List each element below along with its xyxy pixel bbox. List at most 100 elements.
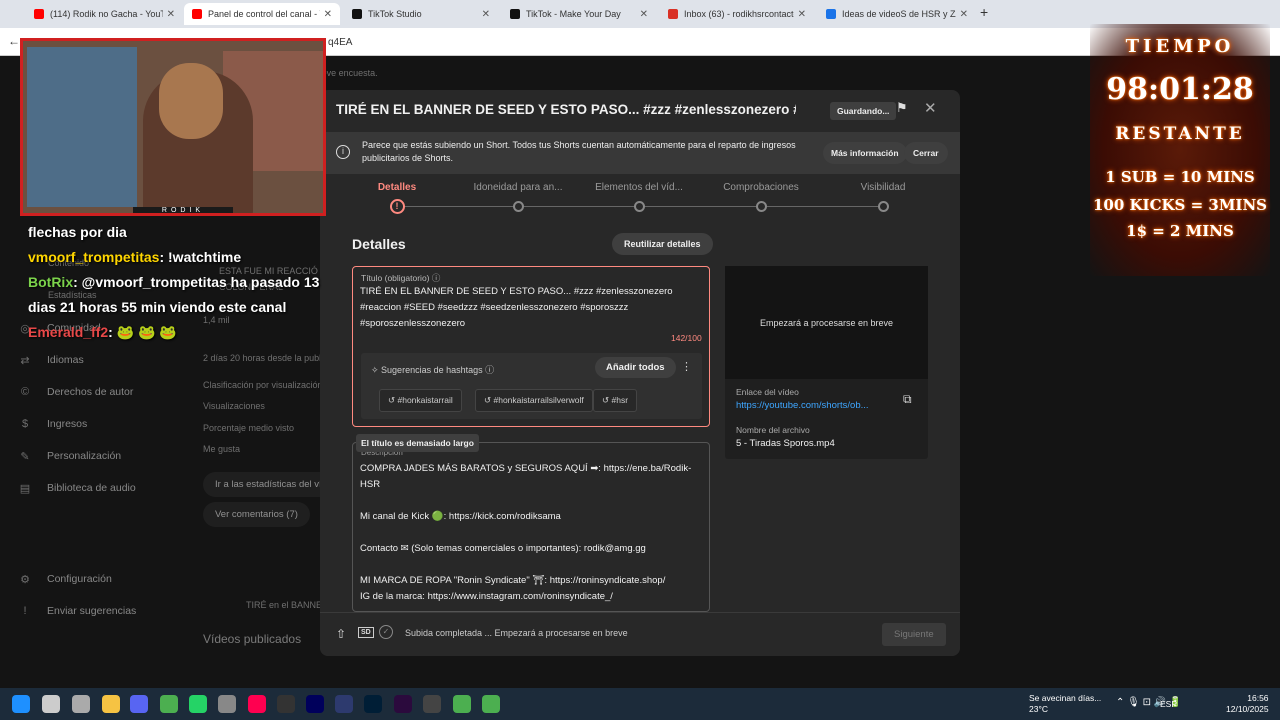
tab-close-icon[interactable]: ✕ bbox=[798, 9, 806, 20]
taskbar-app-icon[interactable] bbox=[482, 695, 500, 713]
dialog-footer: ⇧ SD ✓ Subida completada ... Empezará a … bbox=[320, 612, 960, 656]
taskbar-app-icon[interactable] bbox=[130, 695, 148, 713]
step-error-icon[interactable]: ! bbox=[389, 199, 405, 214]
chat-line: Emerald_ff2: 🐸 🐸 🐸 bbox=[28, 320, 328, 345]
step-label[interactable]: Comprobaciones bbox=[706, 182, 816, 193]
step-dot[interactable] bbox=[877, 201, 889, 212]
timer-rule: 1 SUB = 10 MINS bbox=[1105, 168, 1255, 186]
tab-favicon-icon bbox=[192, 9, 202, 19]
stream-chat-overlay: flechas por dia vmoorf_trompetitas: !wat… bbox=[28, 220, 328, 345]
tab-label: TikTok - Make Your Day bbox=[526, 9, 621, 19]
upload-details-dialog: TIRÉ EN EL BANNER DE SEED Y ESTO PASO...… bbox=[320, 90, 960, 656]
back-arrow-icon[interactable]: ← bbox=[8, 34, 20, 48]
hashtag-chip-label: #hsr bbox=[611, 395, 629, 405]
taskbar-app-icon[interactable] bbox=[12, 695, 30, 713]
description-input[interactable]: COMPRA JADES MÁS BARATOS y SEGUROS AQUÍ … bbox=[360, 461, 705, 605]
weather-temp: 23°C bbox=[1029, 704, 1048, 714]
browser-tab[interactable]: Ideas de videoS de HSR y ZZZ - ✕ bbox=[818, 3, 976, 25]
timer-remaining-label: RESTANTE bbox=[1115, 124, 1245, 144]
step-label[interactable]: Detalles bbox=[342, 182, 452, 193]
title-error-tooltip: El título es demasiado largo bbox=[356, 434, 479, 452]
notice-text: Parece que estás subiendo un Short. Todo… bbox=[362, 140, 796, 163]
add-all-hashtags-button[interactable]: Añadir todos bbox=[595, 357, 676, 378]
taskbar-app-icon[interactable] bbox=[72, 695, 90, 713]
taskbar-app-icon[interactable] bbox=[453, 695, 471, 713]
info-icon: i bbox=[336, 145, 350, 159]
reuse-details-button[interactable]: Reutilizar detalles bbox=[612, 233, 713, 255]
chat-line: vmoorf_trompetitas: !watchtime bbox=[28, 245, 328, 270]
taskbar-app-icon[interactable] bbox=[189, 695, 207, 713]
video-link[interactable]: https://youtube.com/shorts/ob... bbox=[736, 400, 869, 411]
browser-tab[interactable]: Inbox (63) - rodikhsrcontacto@ ✕ bbox=[660, 3, 814, 25]
tab-close-icon[interactable]: ✕ bbox=[324, 9, 332, 20]
file-name-label: Nombre del archivo bbox=[736, 425, 810, 435]
more-options-icon[interactable]: ⋮ bbox=[681, 360, 692, 373]
taskbar-app-icon[interactable] bbox=[160, 695, 178, 713]
shorts-notice-banner: i Parece que estás subiendo un Short. To… bbox=[320, 132, 960, 174]
tab-favicon-icon bbox=[826, 9, 836, 19]
title-input[interactable]: TIRÉ EN EL BANNER DE SEED Y ESTO PASO...… bbox=[360, 284, 700, 332]
step-dot[interactable] bbox=[633, 201, 645, 212]
tab-favicon-icon bbox=[668, 9, 678, 19]
dismiss-notice-button[interactable]: Cerrar bbox=[904, 142, 948, 164]
hashtag-suggestions-panel: ✧ Sugerencias de hashtags ⓘ Añadir todos… bbox=[361, 353, 702, 419]
url-field[interactable]: q4EA bbox=[328, 37, 352, 48]
taskbar-app-icon[interactable] bbox=[277, 695, 295, 713]
new-tab-button[interactable]: + bbox=[980, 4, 988, 20]
taskbar-app-icon[interactable] bbox=[42, 695, 60, 713]
more-info-button[interactable]: Más información bbox=[823, 142, 907, 164]
taskbar-clock[interactable]: 16:56 12/10/2025 bbox=[1226, 693, 1269, 715]
title-field-label: Título (obligatorio) ⓘ bbox=[361, 273, 441, 283]
help-icon[interactable]: ⓘ bbox=[432, 273, 441, 283]
step-dot[interactable] bbox=[755, 201, 767, 212]
help-icon[interactable]: ⓘ bbox=[485, 365, 494, 375]
tab-label: (114) Rodik no Gacha - YouTube bbox=[50, 9, 163, 19]
tab-favicon-icon bbox=[34, 9, 44, 19]
timer-rule: 1$ = 2 MINS bbox=[1126, 222, 1234, 240]
taskbar-app-icon[interactable] bbox=[102, 695, 120, 713]
chat-line: flechas por dia bbox=[28, 224, 127, 240]
sparkle-icon: ✧ bbox=[371, 365, 382, 375]
taskbar-app-icon[interactable] bbox=[248, 695, 266, 713]
dialog-title: TIRÉ EN EL BANNER DE SEED Y ESTO PASO...… bbox=[336, 102, 796, 117]
taskbar-app-icon[interactable] bbox=[306, 695, 324, 713]
feedback-flag-icon[interactable]: ⚑ bbox=[896, 100, 908, 116]
chat-username: BotRix bbox=[28, 274, 74, 290]
taskbar-app-icon[interactable] bbox=[423, 695, 441, 713]
chat-username: vmoorf_trompetitas bbox=[28, 249, 160, 265]
hashtag-chip[interactable]: ↺ #honkaistarrailsilverwolf bbox=[475, 389, 593, 412]
taskbar-app-icon[interactable] bbox=[394, 695, 412, 713]
browser-tab[interactable]: TikTok Studio ✕ bbox=[344, 3, 498, 25]
language-indicator[interactable]: ESP bbox=[1160, 699, 1177, 709]
file-name: 5 - Tiradas Sporos.mp4 bbox=[736, 438, 835, 449]
tab-favicon-icon bbox=[352, 9, 362, 19]
hashtag-chip[interactable]: ↺ #hsr bbox=[593, 389, 638, 412]
timer-value: 98:01:28 bbox=[1106, 72, 1254, 107]
browser-tab[interactable]: (114) Rodik no Gacha - YouTube ✕ bbox=[26, 3, 183, 25]
tab-close-icon[interactable]: ✕ bbox=[482, 9, 490, 20]
hashtag-chip[interactable]: ↺ #honkaistarrail bbox=[379, 389, 462, 412]
copy-icon[interactable]: ⧉ bbox=[903, 392, 912, 407]
hashtag-chip-label: #honkaistarrail bbox=[397, 395, 453, 405]
title-field[interactable]: Título (obligatorio) ⓘ TIRÉ EN EL BANNER… bbox=[352, 266, 710, 427]
next-button[interactable]: Siguiente bbox=[882, 623, 946, 646]
browser-tab[interactable]: TikTok - Make Your Day ✕ bbox=[502, 3, 656, 25]
taskbar-app-icon[interactable] bbox=[364, 695, 382, 713]
upload-icon: ⇧ bbox=[336, 627, 347, 641]
step-label[interactable]: Idoneidad para an... bbox=[463, 182, 573, 193]
tab-close-icon[interactable]: ✕ bbox=[960, 9, 968, 20]
close-icon[interactable]: ✕ bbox=[924, 99, 937, 117]
tab-close-icon[interactable]: ✕ bbox=[167, 9, 175, 20]
tab-close-icon[interactable]: ✕ bbox=[640, 9, 648, 20]
character-counter: 142/100 bbox=[671, 333, 702, 343]
weather-widget[interactable]: Se avecinan días... 23°C bbox=[1029, 693, 1101, 715]
step-label[interactable]: Visibilidad bbox=[828, 182, 938, 193]
step-label[interactable]: Elementos del víd... bbox=[584, 182, 694, 193]
description-field[interactable]: Descripción COMPRA JADES MÁS BARATOS y S… bbox=[352, 442, 710, 612]
browser-tab[interactable]: Panel de control del canal - You ✕ bbox=[184, 3, 340, 25]
sd-badge: SD bbox=[358, 627, 374, 638]
taskbar-app-icon[interactable] bbox=[218, 695, 236, 713]
step-dot[interactable] bbox=[512, 201, 524, 212]
processing-message: Empezará a procesarse en breve bbox=[759, 318, 894, 328]
taskbar-app-icon[interactable] bbox=[335, 695, 353, 713]
